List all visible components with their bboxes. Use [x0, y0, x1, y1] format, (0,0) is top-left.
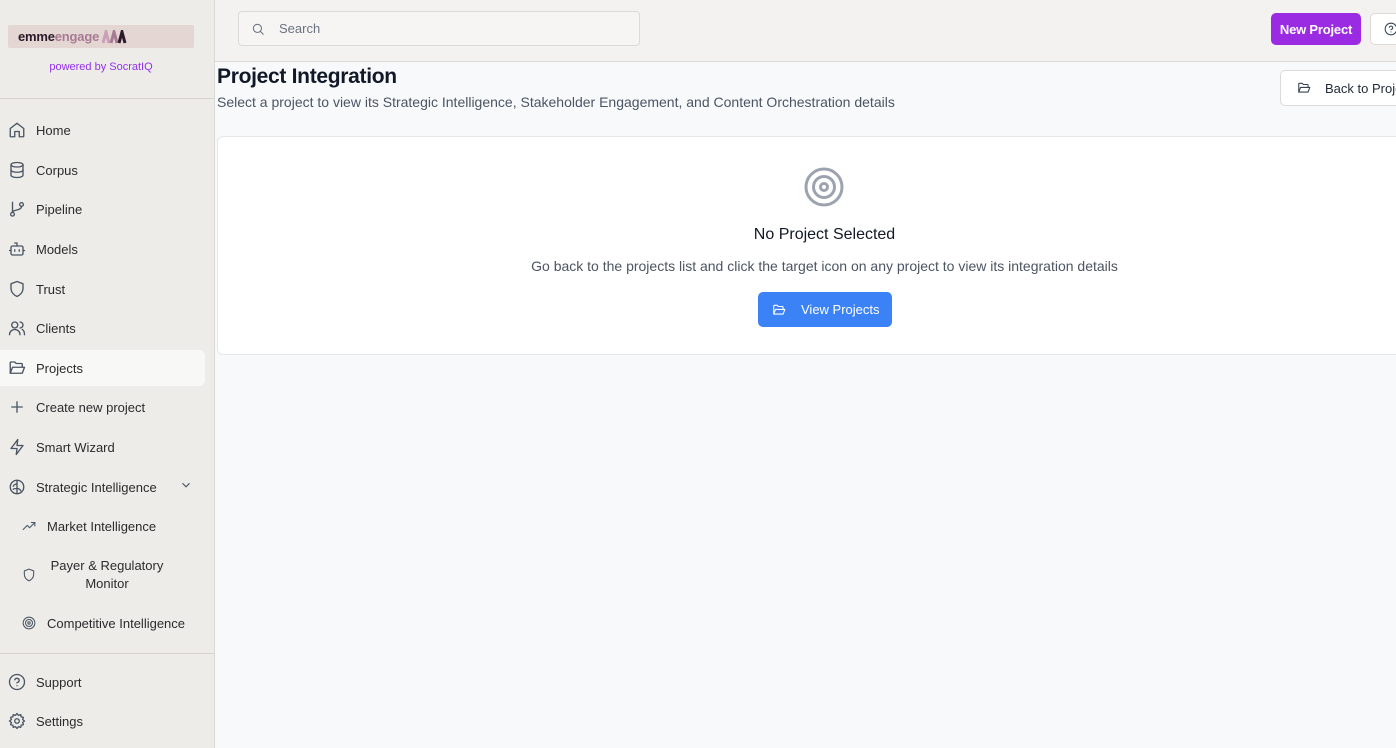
sidebar-item-settings[interactable]: Settings: [0, 703, 205, 739]
empty-state-title: No Project Selected: [753, 226, 896, 243]
brain-icon: [8, 478, 26, 496]
sidebar-item-label: Support: [36, 674, 82, 690]
bot-icon: [8, 240, 26, 258]
sidebar-subitem-payer-regulatory-monitor[interactable]: Payer & Regulatory Monitor: [0, 557, 205, 593]
search-box[interactable]: [238, 11, 640, 46]
help-circle-icon: [8, 673, 26, 691]
sidebar-item-label: Smart Wizard: [36, 439, 115, 455]
topbar: New Project: [215, 0, 1396, 62]
shield-icon: [8, 280, 26, 298]
gear-icon: [8, 712, 26, 730]
sidebar-subitem-label: Payer & Regulatory Monitor: [50, 558, 164, 591]
database-icon: [8, 161, 26, 179]
empty-state-card: No Project Selected Go back to the proje…: [217, 136, 1396, 355]
sidebar-item-label: Home: [36, 122, 71, 138]
view-projects-button[interactable]: View Projects: [758, 292, 892, 327]
search-icon: [251, 22, 265, 36]
sidebar-item-label: Models: [36, 241, 78, 257]
sidebar-subitem-label: Market Intelligence: [47, 518, 157, 534]
back-to-projects-button[interactable]: Back to Projects: [1280, 70, 1396, 106]
sidebar-divider: [0, 98, 215, 99]
sidebar-item-label: Create new project: [36, 399, 146, 415]
help-circle-icon: [1384, 22, 1396, 36]
sidebar-item-label: Projects: [36, 360, 83, 376]
view-projects-label: View Projects: [801, 302, 880, 317]
powered-by-text: powered by SocratIQ: [49, 61, 153, 73]
sidebar-item-models[interactable]: Models: [0, 231, 205, 267]
brand-name: emmeengage: [18, 29, 100, 44]
sidebar-divider: [0, 653, 215, 654]
sidebar: emmeengage powered by SocratIQ Home Corp…: [0, 0, 215, 748]
folder-open-icon: [772, 303, 786, 317]
sidebar-item-trust[interactable]: Trust: [0, 271, 205, 307]
sidebar-subitem-label: Competitive Intelligence: [47, 615, 186, 631]
shield-icon: [22, 568, 36, 582]
sidebar-item-support[interactable]: Support: [0, 664, 205, 700]
sidebar-item-strategic-intelligence[interactable]: Strategic Intelligence: [0, 469, 205, 505]
sidebar-item-create-new-project[interactable]: Create new project: [0, 389, 205, 425]
sidebar-item-pipeline[interactable]: Pipeline: [0, 191, 205, 227]
sidebar-item-label: Corpus: [36, 162, 78, 178]
plus-icon: [8, 398, 26, 416]
brand-logo[interactable]: emmeengage: [8, 25, 194, 48]
sidebar-item-clients[interactable]: Clients: [0, 310, 205, 346]
sidebar-item-label: Clients: [36, 320, 76, 336]
sidebar-subitem-competitive-intelligence[interactable]: Competitive Intelligence: [0, 614, 205, 632]
git-branch-icon: [8, 200, 26, 218]
search-input[interactable]: [277, 20, 621, 37]
page-title: Project Integration: [217, 65, 397, 88]
users-icon: [8, 319, 26, 337]
sidebar-item-label: Strategic Intelligence: [36, 479, 157, 495]
folder-open-icon: [1297, 81, 1311, 95]
back-button-label: Back to Projects: [1325, 80, 1396, 96]
new-project-button[interactable]: New Project: [1271, 13, 1361, 45]
sidebar-item-corpus[interactable]: Corpus: [0, 152, 205, 188]
empty-state-text: Go back to the projects list and click t…: [531, 258, 1118, 274]
zap-icon: [8, 438, 26, 456]
brand-mark-icon: [102, 29, 128, 44]
page-subtitle: Select a project to view its Strategic I…: [217, 94, 895, 110]
folder-open-icon: [8, 359, 26, 377]
sidebar-item-label: Trust: [36, 281, 66, 297]
sidebar-item-home[interactable]: Home: [0, 112, 205, 148]
sidebar-item-label: Settings: [36, 713, 83, 729]
trending-up-icon: [22, 519, 36, 533]
target-icon: [803, 166, 845, 208]
sidebar-subitem-market-intelligence[interactable]: Market Intelligence: [0, 517, 205, 535]
sidebar-item-label: Pipeline: [36, 201, 83, 217]
chevron-down-icon[interactable]: [179, 478, 193, 492]
target-icon: [22, 616, 36, 630]
help-button[interactable]: [1370, 13, 1396, 45]
home-icon: [8, 121, 26, 139]
sidebar-item-projects[interactable]: Projects: [0, 350, 205, 386]
sidebar-item-smart-wizard[interactable]: Smart Wizard: [0, 429, 205, 465]
